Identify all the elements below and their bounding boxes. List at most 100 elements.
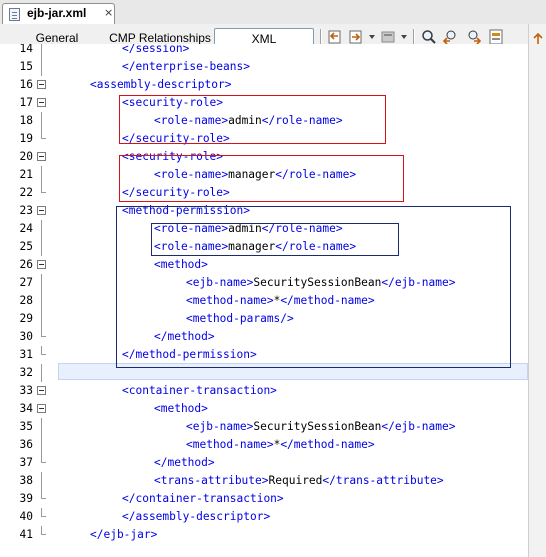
xml-tag: </role-name> (261, 114, 343, 127)
fold-toggle-icon[interactable] (37, 404, 46, 413)
code-line: 14 </session> (0, 44, 528, 58)
code-text[interactable]: <method-name>*</method-name> (186, 292, 375, 310)
line-number: 16 (19, 78, 33, 91)
code-line: 24 <role-name>admin</role-name> (0, 220, 528, 238)
xml-text: admin (228, 114, 262, 127)
code-line: 36 <method-name>*</method-name> (0, 436, 528, 454)
line-number: 19 (19, 132, 33, 145)
code-line: 38 <trans-attribute>Required</trans-attri… (0, 472, 528, 490)
code-text[interactable]: <method> (154, 256, 208, 274)
line-number: 14 (19, 44, 33, 55)
fold-toggle-icon[interactable] (37, 386, 46, 395)
code-text[interactable]: <security-role> (122, 94, 223, 112)
line-number: 41 (19, 528, 33, 541)
code-text[interactable]: <method-name>*</method-name> (186, 436, 375, 454)
xml-tag: </assembly-descriptor> (122, 510, 271, 523)
line-number: 32 (19, 366, 33, 379)
code-text[interactable]: <method-params/> (186, 310, 294, 328)
xml-tag: </role-name> (275, 168, 357, 181)
code-text[interactable]: </method-permission> (122, 346, 257, 364)
line-number: 15 (19, 60, 33, 73)
xml-tag: <role-name> (154, 114, 229, 127)
code-line: 39 </container-transaction> (0, 490, 528, 508)
xml-text: manager (228, 240, 276, 253)
fold-guide (41, 166, 42, 184)
code-text[interactable]: <security-role> (122, 148, 223, 166)
code-text[interactable]: </assembly-descriptor> (122, 508, 270, 526)
fold-toggle-icon[interactable] (37, 260, 46, 269)
fold-end-marker (41, 184, 46, 193)
code-line: 23 <method-permission> (0, 202, 528, 220)
toolbar-overflow-strip (528, 24, 546, 557)
code-line: 34 <method> (0, 400, 528, 418)
code-text[interactable]: <assembly-descriptor> (90, 76, 231, 94)
close-tab-icon[interactable]: × (104, 6, 113, 19)
xml-tag: </method> (154, 330, 215, 343)
code-text[interactable]: </enterprise-beans> (122, 58, 250, 76)
code-line: 20 <security-role> (0, 148, 528, 166)
code-line: 31 </method-permission> (0, 346, 528, 364)
line-number: 23 (19, 204, 33, 217)
line-number: 37 (19, 456, 33, 469)
code-line: 29 <method-params/> (0, 310, 528, 328)
code-text[interactable]: </security-role> (122, 130, 230, 148)
fold-toggle-icon[interactable] (37, 206, 46, 215)
code-text[interactable]: </method> (154, 328, 215, 346)
line-number: 21 (19, 168, 33, 181)
code-text[interactable]: </security-role> (122, 184, 230, 202)
xml-tag: </security-role> (122, 186, 230, 199)
xml-file-icon (9, 8, 20, 21)
fold-toggle-icon[interactable] (37, 152, 46, 161)
line-number: 39 (19, 492, 33, 505)
xml-tag: <security-role> (122, 96, 224, 109)
code-line: 26 <method> (0, 256, 528, 274)
code-text[interactable]: <role-name>admin</role-name> (154, 112, 343, 130)
up-arrow-icon[interactable] (531, 32, 545, 46)
xml-editor[interactable]: 14 </session> 15 </enterprise-beans> 16 <asse… (0, 44, 528, 557)
xml-text: SecuritySessionBean (253, 420, 382, 433)
code-text[interactable]: <role-name>manager</role-name> (154, 166, 356, 184)
line-number: 25 (19, 240, 33, 253)
code-text[interactable]: <container-transaction> (122, 382, 277, 400)
forward-dropdown-icon[interactable] (369, 35, 375, 39)
xml-tag: </method-name> (280, 438, 375, 451)
xml-tag: </method-permission> (122, 348, 257, 361)
code-line: 16 <assembly-descriptor> (0, 76, 528, 94)
file-tab-ejb-jar[interactable]: ejb-jar.xml × (2, 3, 115, 24)
code-text[interactable]: <role-name>admin</role-name> (154, 220, 343, 238)
code-text[interactable]: <role-name>manager</role-name> (154, 238, 356, 256)
fold-toggle-icon[interactable] (37, 98, 46, 107)
line-number: 22 (19, 186, 33, 199)
line-number: 35 (19, 420, 33, 433)
code-text[interactable]: <trans-attribute>Required</trans-attribu… (154, 472, 444, 490)
code-line: 27 <ejb-name>SecuritySessionBean</ejb-nam… (0, 274, 528, 292)
fold-guide (41, 58, 42, 76)
xml-tag: </enterprise-beans> (122, 60, 250, 73)
code-line: 28 <method-name>*</method-name> (0, 292, 528, 310)
xml-tag: <role-name> (154, 222, 229, 235)
xml-tag: </trans-attribute> (322, 474, 444, 487)
source-dropdown-icon[interactable] (401, 35, 407, 39)
line-number: 27 (19, 276, 33, 289)
code-line: 40 </assembly-descriptor> (0, 508, 528, 526)
code-text[interactable]: </session> (122, 44, 189, 58)
code-line: 17 <security-role> (0, 94, 528, 112)
code-text[interactable]: </ejb-jar> (90, 526, 157, 544)
fold-end-marker (41, 328, 46, 337)
fold-toggle-icon[interactable] (37, 80, 46, 89)
line-number: 17 (19, 96, 33, 109)
line-number: 38 (19, 474, 33, 487)
xml-tag: </container-transaction> (122, 492, 284, 505)
code-text[interactable]: <ejb-name>SecuritySessionBean</ejb-name> (186, 274, 455, 292)
code-text[interactable]: </container-transaction> (122, 490, 284, 508)
code-text[interactable]: <ejb-name>SecuritySessionBean</ejb-name> (186, 418, 455, 436)
xml-tag: <method> (154, 258, 208, 271)
xml-tag: <method-name> (186, 438, 274, 451)
code-text[interactable]: <method> (154, 400, 208, 418)
code-text[interactable]: <method-permission> (122, 202, 250, 220)
code-line: 37 </method> (0, 454, 528, 472)
code-text[interactable]: </method> (154, 454, 215, 472)
line-number: 34 (19, 402, 33, 415)
xml-tag: </method> (154, 456, 215, 469)
code-line: 35 <ejb-name>SecuritySessionBean</ejb-nam… (0, 418, 528, 436)
